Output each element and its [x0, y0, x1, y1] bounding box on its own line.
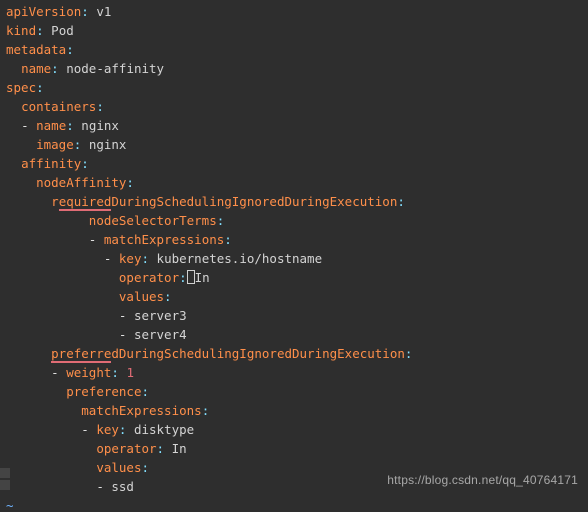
val-ssd: ssd [111, 479, 134, 494]
code-editor[interactable]: apiVersion: v1 kind: Pod metadata: name:… [0, 0, 588, 512]
key-operator1: operator [119, 270, 179, 285]
text-cursor [187, 270, 195, 284]
key-preferred: preferredDuringSchedulingIgnoredDuringEx… [51, 346, 405, 363]
val-server4: server4 [134, 327, 187, 342]
key-key2: key [96, 422, 119, 437]
key-apiversion: apiVersion [6, 4, 81, 19]
key-matchexpr2: matchExpressions [81, 403, 201, 418]
key-spec: spec [6, 80, 36, 95]
key-nodeaffinity: nodeAffinity [36, 175, 126, 190]
val-apiversion: v1 [96, 4, 111, 19]
key-affinity: affinity [21, 156, 81, 171]
key-preference: preference [66, 384, 141, 399]
key-values2: values [96, 460, 141, 475]
val-key2: disktype [134, 422, 194, 437]
val-operator2: In [172, 441, 187, 456]
key-values1: values [119, 289, 164, 304]
key-name: name [21, 61, 51, 76]
key-kind: kind [6, 23, 36, 38]
val-key1: kubernetes.io/hostname [157, 251, 323, 266]
end-tilde: ~ [6, 498, 14, 512]
key-required: requiredDuringSchedulingIgnoredDuringExe… [51, 194, 397, 211]
key-key1: key [119, 251, 142, 266]
val-cname: nginx [81, 118, 119, 133]
val-weight: 1 [126, 365, 134, 380]
key-cname: name [36, 118, 66, 133]
key-cimage: image [36, 137, 74, 152]
val-server3: server3 [134, 308, 187, 323]
key-weight: weight [66, 365, 111, 380]
val-kind: Pod [51, 23, 74, 38]
val-operator1: In [195, 270, 210, 285]
key-operator2: operator [96, 441, 156, 456]
yaml-code: apiVersion: v1 kind: Pod metadata: name:… [6, 2, 588, 512]
key-nodeselectorterms: nodeSelectorTerms [89, 213, 217, 228]
watermark: https://blog.csdn.net/qq_40764171 [387, 471, 578, 490]
val-cimage: nginx [89, 137, 127, 152]
key-metadata: metadata [6, 42, 66, 57]
key-containers: containers [21, 99, 96, 114]
val-name: node-affinity [66, 61, 164, 76]
key-matchexpr: matchExpressions [104, 232, 224, 247]
scrollbar-gutter[interactable] [0, 468, 10, 492]
